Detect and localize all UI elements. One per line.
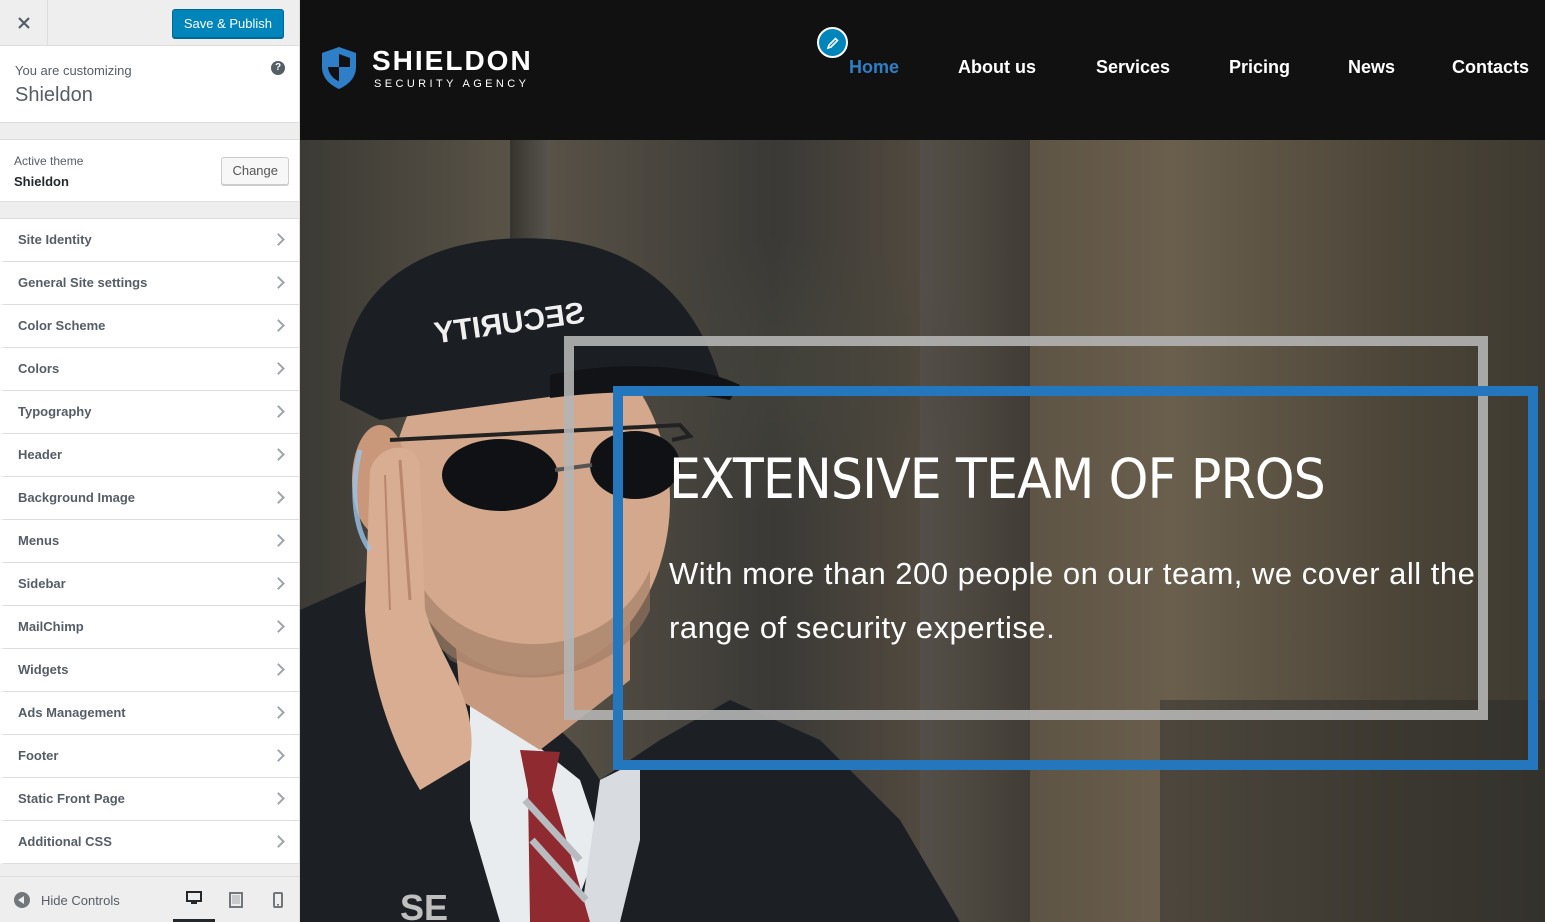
- panel-label: Menus: [18, 533, 60, 548]
- panel-general-site-settings[interactable]: General Site settings: [0, 262, 299, 305]
- panel-label: MailChimp: [18, 619, 84, 634]
- panel-sidebar[interactable]: Sidebar: [0, 563, 299, 606]
- panel-label: Site Identity: [18, 232, 92, 247]
- customizer-footer: Hide Controls: [0, 876, 299, 922]
- panel-site-identity[interactable]: Site Identity: [0, 219, 299, 262]
- hide-controls-button[interactable]: Hide Controls: [0, 877, 150, 922]
- customizer-info: You are customizing Shieldon ?: [0, 46, 299, 123]
- pencil-icon: [826, 36, 839, 49]
- save-publish-button[interactable]: Save & Publish: [171, 9, 284, 38]
- panel-label: Background Image: [18, 490, 136, 505]
- preview-desktop-button[interactable]: [173, 877, 215, 922]
- help-icon[interactable]: ?: [271, 61, 285, 75]
- panel-typography[interactable]: Typography: [0, 391, 299, 434]
- site-header: SHIELDON SECURITY AGENCY Home About us S…: [300, 0, 1545, 140]
- desktop-icon: [186, 891, 202, 904]
- collapse-arrow-icon: [14, 892, 30, 908]
- chevron-right-icon: [272, 405, 285, 418]
- chevron-right-icon: [272, 620, 285, 633]
- chevron-right-icon: [272, 276, 285, 289]
- chevron-right-icon: [272, 663, 285, 676]
- panel-label: Colors: [18, 361, 60, 376]
- panel-additional-css[interactable]: Additional CSS: [0, 821, 299, 864]
- shield-logo-icon: [322, 47, 356, 89]
- active-theme-name: Shieldon: [14, 174, 69, 189]
- site-preview: SHIELDON SECURITY AGENCY Home About us S…: [300, 0, 1545, 922]
- close-customizer-button[interactable]: [0, 0, 48, 46]
- panel-static-front-page[interactable]: Static Front Page: [0, 778, 299, 821]
- panel-label: Footer: [18, 748, 59, 763]
- nav-home[interactable]: Home: [849, 57, 958, 78]
- tablet-icon: [229, 892, 243, 908]
- chevron-right-icon: [272, 706, 285, 719]
- chevron-right-icon: [272, 534, 285, 547]
- chevron-right-icon: [272, 491, 285, 504]
- chevron-right-icon: [272, 319, 285, 332]
- chevron-right-icon: [272, 835, 285, 848]
- panel-label: Sidebar: [18, 576, 66, 591]
- logo-name: SHIELDON: [372, 45, 533, 76]
- panel-colors[interactable]: Colors: [0, 348, 299, 391]
- customizer-header: Save & Publish: [0, 0, 299, 46]
- panel-label: Ads Management: [18, 705, 126, 720]
- main-navigation: Home About us Services Pricing News Cont…: [849, 57, 1542, 78]
- edit-menu-shortcut[interactable]: [817, 27, 848, 58]
- hide-controls-label: Hide Controls: [41, 893, 120, 908]
- customizer-sidebar: Save & Publish You are customizing Shiel…: [0, 0, 300, 922]
- panel-mailchimp[interactable]: MailChimp: [0, 606, 299, 649]
- panel-ads-management[interactable]: Ads Management: [0, 692, 299, 735]
- nav-news[interactable]: News: [1348, 57, 1452, 78]
- panel-label: Static Front Page: [18, 791, 125, 806]
- hero-title: EXTENSIVE TEAM OF PROS: [669, 447, 1326, 511]
- panel-label: Additional CSS: [18, 834, 112, 849]
- chevron-right-icon: [272, 749, 285, 762]
- panel-label: Color Scheme: [18, 318, 106, 333]
- panel-widgets[interactable]: Widgets: [0, 649, 299, 692]
- active-theme-label: Active theme: [14, 154, 84, 168]
- panel-label: Widgets: [18, 662, 69, 677]
- hero-text: With more than 200 people on our team, w…: [669, 556, 1476, 645]
- chevron-right-icon: [272, 577, 285, 590]
- svg-text:SE: SE: [400, 887, 448, 922]
- preview-tablet-button[interactable]: [215, 877, 257, 922]
- panel-label: General Site settings: [18, 275, 148, 290]
- nav-services[interactable]: Services: [1096, 57, 1229, 78]
- panel-header[interactable]: Header: [0, 434, 299, 477]
- preview-mobile-button[interactable]: [257, 877, 299, 922]
- panel-background-image[interactable]: Background Image: [0, 477, 299, 520]
- chevron-right-icon: [272, 233, 285, 246]
- close-icon: [17, 17, 30, 29]
- panel-menus[interactable]: Menus: [0, 520, 299, 563]
- nav-about-us[interactable]: About us: [958, 57, 1096, 78]
- customizer-panels: Site Identity General Site settings Colo…: [0, 218, 299, 864]
- logo-tagline: SECURITY AGENCY: [374, 78, 530, 90]
- change-theme-button[interactable]: Change: [221, 157, 289, 185]
- chevron-right-icon: [272, 448, 285, 461]
- mobile-icon: [273, 892, 283, 908]
- panel-footer[interactable]: Footer: [0, 735, 299, 778]
- panel-label: Header: [18, 447, 63, 462]
- active-theme-section: Active theme Shieldon Change: [0, 139, 299, 202]
- panel-label: Typography: [18, 404, 92, 419]
- site-title: Shieldon: [15, 84, 93, 106]
- panel-color-scheme[interactable]: Color Scheme: [0, 305, 299, 348]
- customizing-label: You are customizing: [15, 63, 132, 78]
- nav-contacts[interactable]: Contacts: [1452, 57, 1542, 78]
- chevron-right-icon: [272, 362, 285, 375]
- chevron-right-icon: [272, 792, 285, 805]
- hero-slider: SECURITY SE EXTENSIVE TEAM OF PROS With …: [300, 140, 1545, 922]
- nav-pricing[interactable]: Pricing: [1229, 57, 1348, 78]
